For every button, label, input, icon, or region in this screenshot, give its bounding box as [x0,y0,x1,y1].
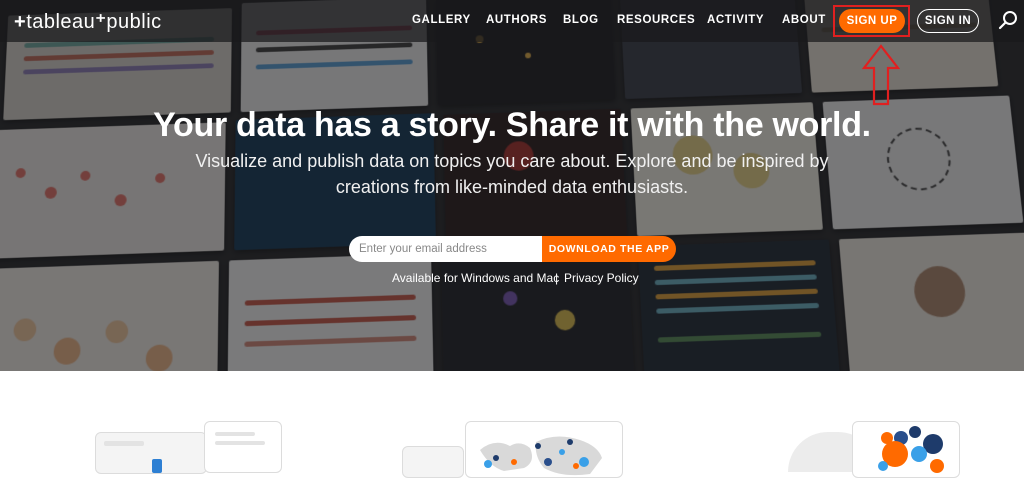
privacy-policy-link[interactable]: Privacy Policy [564,271,639,285]
link-separator: | [555,271,559,285]
illustration-card [402,446,464,478]
illustration-bubble-card [852,421,960,478]
world-map-icon [480,436,602,476]
annotation-highlight-box [833,5,910,37]
tableau-plus-icon: + [14,11,27,33]
logo-wordmark: tableau [26,11,96,33]
top-nav-bar: +tableau⁺public GALLERY AUTHORS BLOG RES… [0,0,1024,42]
illustration-card [95,432,207,474]
download-app-button[interactable]: DOWNLOAD THE APP [542,236,676,262]
sign-in-button[interactable]: SIGN IN [917,9,979,33]
availability-text: Available for Windows and Mac [392,271,560,285]
bubble-chart-icon [878,426,944,473]
logo-suffix: public [106,11,162,33]
nav-gallery[interactable]: GALLERY [412,14,471,26]
nav-resources[interactable]: RESOURCES [617,14,695,26]
nav-activity[interactable]: ACTIVITY [707,14,764,26]
annotation-arrow-icon [862,44,900,106]
illustration-card [204,421,282,473]
hero-subline: Visualize and publish data on topics you… [195,151,829,197]
tableau-public-logo[interactable]: +tableau⁺public [14,9,162,34]
tableau-plus-icon: ⁺ [95,11,107,33]
nav-about[interactable]: ABOUT [782,14,826,26]
nav-authors[interactable]: AUTHORS [486,14,547,26]
hero-headline: Your data has a story. Share it with the… [153,106,871,144]
illustration-map-card [465,421,623,478]
search-icon[interactable] [998,9,1020,31]
nav-blog[interactable]: BLOG [563,14,599,26]
email-input[interactable] [349,236,542,262]
